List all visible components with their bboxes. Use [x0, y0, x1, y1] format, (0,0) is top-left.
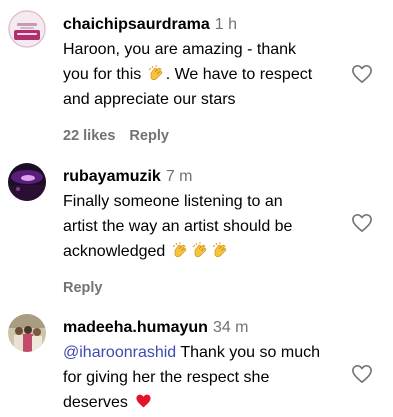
- like-count[interactable]: 22 likes: [63, 128, 115, 144]
- comment-timestamp: 7 m: [165, 168, 193, 185]
- clapping-hands-icon: [171, 241, 189, 259]
- comment-timestamp: 34 m: [212, 319, 249, 336]
- comment-text: @iharoonrashid Thank you so much for giv…: [63, 344, 320, 411]
- comment-item: chaichipsaurdrama 1 h Haroon, you are ama…: [0, 0, 393, 150]
- comment-item: madeeha.humayun 34 m @iharoonrashid Thank…: [0, 295, 393, 412]
- clapping-hands-icon: [191, 241, 209, 259]
- red-heart-icon: [135, 392, 152, 408]
- comment-username[interactable]: madeeha.humayun: [63, 319, 208, 336]
- heart-outline-icon[interactable]: [351, 213, 373, 233]
- avatar[interactable]: [8, 314, 46, 352]
- mention-link[interactable]: @iharoonrashid: [63, 344, 176, 361]
- comment-text: Finally someone listening to an artist t…: [63, 193, 293, 260]
- clapping-hands-icon: [147, 64, 165, 82]
- comment-username[interactable]: chaichipsaurdrama: [63, 16, 210, 33]
- reply-button[interactable]: Reply: [63, 280, 103, 296]
- heart-outline-icon[interactable]: [351, 364, 373, 384]
- comment-username[interactable]: rubayamuzik: [63, 168, 161, 185]
- clapping-hands-icon: [211, 241, 229, 259]
- comment-timestamp: 1 h: [214, 16, 237, 33]
- heart-outline-icon[interactable]: [351, 64, 373, 84]
- avatar[interactable]: [8, 163, 46, 201]
- reply-button[interactable]: Reply: [129, 128, 169, 144]
- comment-item: rubayamuzik 7 m Finally someone listening…: [0, 150, 393, 296]
- avatar[interactable]: [8, 10, 46, 48]
- comment-text: Haroon, you are amazing - thank you for …: [63, 41, 313, 108]
